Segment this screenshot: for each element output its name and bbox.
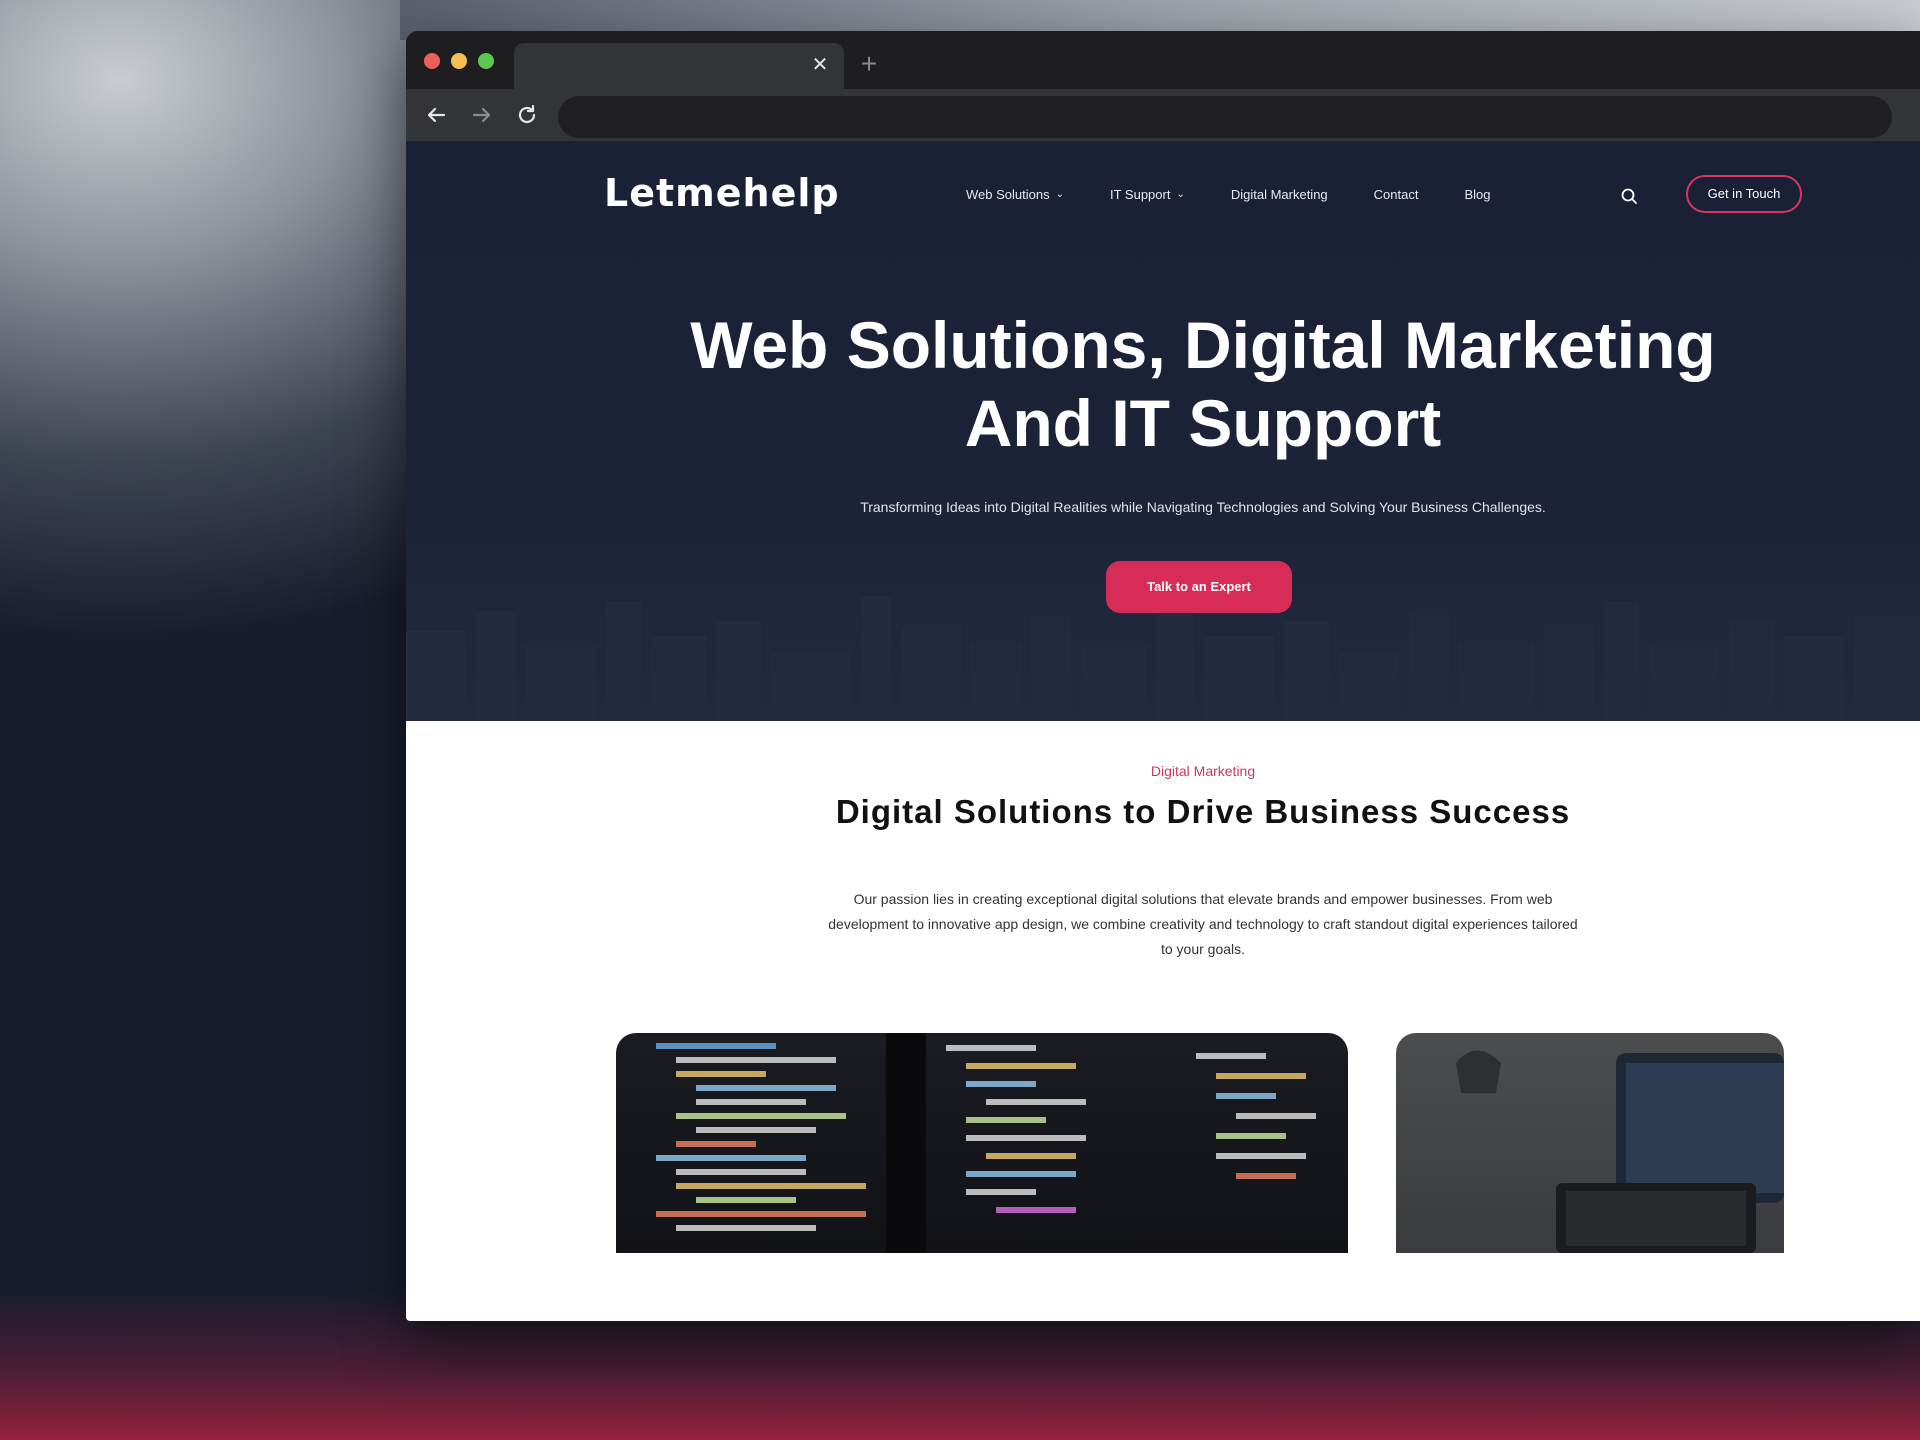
minimize-window-button[interactable] (451, 53, 467, 69)
tab-close-icon[interactable]: ✕ (808, 53, 832, 77)
forward-arrow-icon[interactable] (468, 101, 496, 129)
nav-item-label: Digital Marketing (1230, 187, 1328, 202)
section-title: Digital Solutions to Drive Business Succ… (835, 793, 1571, 830)
new-tab-icon[interactable]: + (854, 49, 884, 79)
browser-window: ✕ + Letmehelp Web Solutions ⌄ IT Support… (406, 31, 1920, 1321)
page-viewport: Letmehelp Web Solutions ⌄ IT Support ⌄ D… (406, 141, 1920, 1321)
reload-icon[interactable] (513, 101, 541, 129)
browser-tab[interactable]: ✕ (514, 43, 844, 89)
hero-subtitle: Transforming Ideas into Digital Realitie… (860, 499, 1546, 515)
desk-image-art (1456, 1050, 1784, 1253)
nav-item-web-solutions[interactable]: Web Solutions ⌄ (966, 187, 1064, 202)
close-window-button[interactable] (424, 53, 440, 69)
hero-title: Web Solutions, Digital Marketing And IT … (406, 306, 1920, 462)
address-bar[interactable] (558, 96, 1892, 138)
nav-item-digital-marketing[interactable]: Digital Marketing (1231, 187, 1328, 202)
search-icon[interactable] (1620, 187, 1638, 205)
hero-title-line1: Web Solutions, Digital Marketing (690, 308, 1716, 382)
talk-to-expert-button[interactable]: Talk to an Expert (1106, 561, 1292, 613)
hero-title-line2: And IT Support (964, 386, 1442, 460)
nav-item-contact[interactable]: Contact (1374, 187, 1419, 202)
chevron-down-icon: ⌄ (1055, 189, 1064, 200)
nav-item-label: IT Support (1109, 187, 1171, 202)
nav-item-label: Blog (1464, 187, 1491, 202)
section-eyebrow: Digital Marketing (1150, 763, 1256, 779)
nav-item-it-support[interactable]: IT Support ⌄ (1110, 187, 1185, 202)
code-image-art (656, 1033, 1316, 1253)
desk-workspace-image (1396, 1033, 1784, 1253)
nav-item-label: Contact (1373, 187, 1419, 202)
nav-item-blog[interactable]: Blog (1464, 187, 1490, 202)
get-in-touch-button[interactable]: Get in Touch (1686, 175, 1802, 213)
maximize-window-button[interactable] (478, 53, 494, 69)
back-arrow-icon[interactable] (422, 101, 450, 129)
tab-bar: ✕ + (406, 31, 1920, 89)
hero-section: Letmehelp Web Solutions ⌄ IT Support ⌄ D… (406, 141, 1920, 721)
chevron-down-icon: ⌄ (1176, 189, 1185, 200)
main-nav: Web Solutions ⌄ IT Support ⌄ Digital Mar… (966, 187, 1537, 202)
code-screen-image (616, 1033, 1348, 1253)
browser-toolbar (406, 89, 1920, 141)
site-logo[interactable]: Letmehelp (604, 171, 840, 215)
section-body: Our passion lies in creating exceptional… (828, 891, 1578, 957)
nav-item-label: Web Solutions (966, 187, 1050, 202)
